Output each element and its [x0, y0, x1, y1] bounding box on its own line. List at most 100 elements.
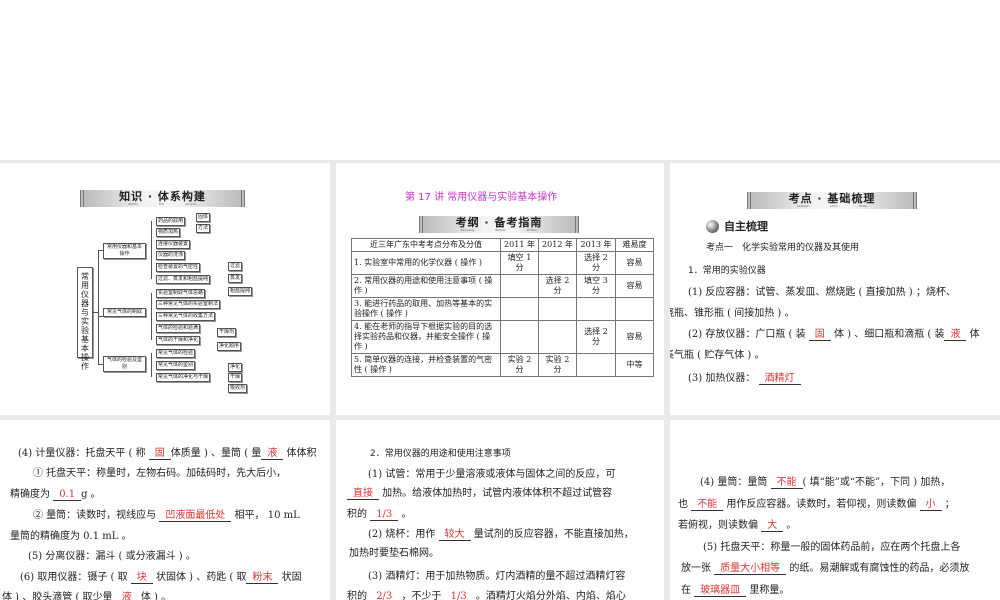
cell: 选择 2 分	[576, 251, 616, 275]
mindmap-sub: 过滤	[228, 262, 243, 271]
text-segment: 状固	[278, 572, 302, 583]
mindmap-sub: 干燥剂	[217, 328, 237, 337]
mindmap-sub: 方法	[196, 224, 211, 233]
table-row: 4. 能在老师的指导下根据实验的目的选择实验药品和仪器，并能安全操作 ( 操作 …	[351, 320, 654, 354]
cell: 4. 能在老师的指导下根据实验的目的选择实验药品和仪器，并能安全操作 ( 操作 …	[351, 320, 501, 354]
cell	[615, 297, 654, 321]
text-segment: 。	[398, 509, 412, 520]
answer-blank: 玻璃器皿	[694, 585, 747, 597]
cell: 填空 1 分	[500, 251, 539, 275]
text-segment: (3) 酒精灯：用于加热物质。灯内酒精的量不超过酒精灯容	[368, 571, 626, 582]
answer-blank: 块	[130, 572, 153, 584]
table-row: 2. 常用仪器的用途和使用注意事项 ( 操作 ) 选择 2 分填空 3 分容易	[351, 274, 654, 298]
text-segment: 体体积	[283, 448, 317, 459]
mindmap-leaf: 气体的干燥和净化	[156, 336, 201, 345]
cell: 实验 2 分	[538, 353, 577, 377]
cell: 填空 3 分	[576, 274, 616, 298]
answer-blank: 1/3	[370, 509, 399, 521]
cell	[500, 320, 539, 354]
header-cell: 2011 年	[500, 238, 539, 252]
answer-blank: 固	[148, 448, 171, 460]
cell: 2. 常用仪器的用途和使用注意事项 ( 操作 )	[351, 274, 501, 298]
lesson-title: 第 17 讲 常用仪器与实验基本操作	[405, 192, 558, 203]
text-segment: 用作反应容器。读数时，若仰视，则读数偏	[723, 499, 920, 510]
text-segment: (4) 计量仪器：托盘天平 ( 称	[18, 448, 149, 459]
text-segment: 放一张	[681, 563, 715, 574]
mindmap-sub: 干燥	[228, 373, 243, 382]
text-segment: 。酒精灯火焰分外焰、内焰、焰心	[472, 591, 626, 600]
text-segment: g 。	[81, 489, 101, 500]
text-segment: (3) 加热仪器：	[688, 373, 759, 384]
text-segment: 烧瓶、锥形瓶 ( 间接加热 ) 。	[664, 308, 795, 319]
mindmap-leaf: 常见气体的鉴别	[156, 361, 196, 370]
text-line: 若俯视，则读数偏 大 。	[678, 520, 796, 532]
answer-blank: 直接	[347, 488, 379, 500]
banner: 考点 · 基础梳理 KaoDian JiChu ShuLi	[747, 192, 917, 209]
text-line: ① 托盘天平：称量时，左物右码。加砝码时，先大后小，	[33, 468, 286, 480]
text-segment: 量筒的精确度为 0.1 mL 。	[10, 531, 132, 542]
text-segment: 量试剂的反应容器，不能直接加热，	[470, 529, 634, 540]
mindmap-leaf: 连接仪器装置	[156, 240, 191, 249]
text-segment: ，不少于	[398, 591, 445, 600]
cell: 5. 简单仪器的连接，并检查装置的气密性 ( 操作 )	[351, 353, 501, 377]
mindmap-branch: 常用仪器和基本操作	[103, 243, 146, 259]
cell: 容易	[615, 274, 654, 298]
table-row: 5. 简单仪器的连接，并检查装置的气密性 ( 操作 ) 实验 2 分实验 2 分中…	[351, 353, 654, 377]
text-segment: 若俯视，则读数偏	[678, 520, 762, 531]
text-segment: 相平， 10 mL	[231, 510, 300, 521]
section-title: 自主梳理	[724, 220, 768, 233]
banner-pinyin: KaoGang BeiKao ZhiNan	[460, 228, 538, 232]
slide-1-knowledge-map[interactable]: 知识 · 体系构建 ZhiShi TiXi GouJian 常用仪器与实验基本操作…	[0, 163, 330, 415]
answer-blank: 液	[261, 448, 284, 460]
answer-blank: 质量大小相等	[714, 563, 787, 575]
text-segment: 加热时要垫石棉网。	[349, 548, 439, 559]
text-segment: ( 填“能”或“不能”，下同 ) 加热，	[802, 477, 951, 488]
banner: 考纲 · 备考指南 KaoGang BeiKao ZhiNan	[419, 216, 579, 233]
text-segment: (4) 量筒：量筒	[700, 477, 771, 488]
text-segment: 集气瓶 ( 贮存气体 ) 。	[664, 350, 765, 361]
header-cell: 近三年广东中考考点分布及分值	[351, 238, 501, 252]
text-segment: 。	[783, 520, 797, 531]
text-segment: ；	[941, 499, 955, 510]
slide-4-measuring[interactable]: (4) 计量仪器：托盘天平 ( 称 固体质量 ) 、量筒 ( 量液 体体积 ① …	[0, 420, 330, 600]
mindmap-leaf: 三种常见气体的实验室制法	[156, 300, 221, 309]
answer-blank: 小	[919, 499, 942, 511]
answer-blank: 不能	[691, 499, 724, 511]
mindmap-sub: 粗盐提纯	[228, 287, 253, 296]
answer-blank: 大	[761, 520, 784, 532]
mindmap-root: 常用仪器与实验基本操作	[77, 267, 93, 371]
mindmap-leaf: 常见气体的检验	[156, 349, 196, 358]
answer-blank: 2/3	[370, 591, 399, 600]
cell: 3. 能进行药品的取用、加热等基本的实验操作 ( 操作 )	[351, 297, 501, 321]
text-line: 加热时要垫石棉网。	[349, 548, 439, 560]
mindmap-leaf: 物质加热	[156, 228, 181, 237]
cell	[500, 274, 539, 298]
text-segment: 也	[678, 499, 692, 510]
text-segment: 体质量 ) 、量筒 ( 量	[170, 448, 262, 459]
mindmap-sub: 净化	[228, 363, 243, 372]
answer-blank: 酒精灯	[758, 373, 801, 385]
header-cell: 难易度	[615, 238, 654, 252]
text-line: ② 量筒：读数时，视线应与 凹液面最低处 相平， 10 mL	[33, 510, 300, 522]
answer-blank: 较大	[438, 529, 471, 541]
mindmap-leaf: 实验室制取气体思路	[156, 289, 206, 298]
text-line: (4) 计量仪器：托盘天平 ( 称 固体质量 ) 、量筒 ( 量液 体体积	[18, 448, 317, 460]
slide-5-usage[interactable]: 2．常用仪器的用途和使用注意事项 (1) 试管：常用于少量溶液或液体与固体之间的…	[336, 420, 664, 600]
answer-blank: 凹液面最低处	[159, 510, 232, 522]
slide-6-cylinder-balance[interactable]: (4) 量筒：量筒 不能( 填“能”或“不能”，下同 ) 加热， 也 不能 用作…	[670, 420, 1000, 600]
text-segment: (6) 取用仪器：镊子 ( 取	[20, 572, 131, 583]
text-segment: 积的	[347, 591, 371, 600]
text-segment: 在	[681, 585, 695, 596]
answer-blank: 0.1	[53, 489, 82, 501]
text-line: (1) 反应容器：试管、蒸发皿、燃烧匙 ( 直接加热 ) ；烧杯、	[688, 287, 956, 299]
text-line: 积的 2/3 ，不少于 1/3 。酒精灯火焰分外焰、内焰、焰心	[347, 591, 626, 600]
section-bullet-icon	[706, 220, 719, 233]
mindmap-leaf: 气体的检验和验满	[156, 324, 201, 333]
text-line: (2) 存放仪器：广口瓶 ( 装 固 体 ) 、细口瓶和滴瓶 ( 装液 体	[688, 329, 980, 341]
answer-blank: 粉末	[246, 572, 279, 584]
text-segment: (2) 存放仪器：广口瓶 ( 装	[688, 329, 809, 340]
table-row: 3. 能进行药品的取用、加热等基本的实验操作 ( 操作 )	[351, 297, 654, 321]
answer-blank: 液	[944, 329, 967, 341]
cell	[538, 297, 577, 321]
cell: 选择 2 分	[576, 320, 616, 354]
